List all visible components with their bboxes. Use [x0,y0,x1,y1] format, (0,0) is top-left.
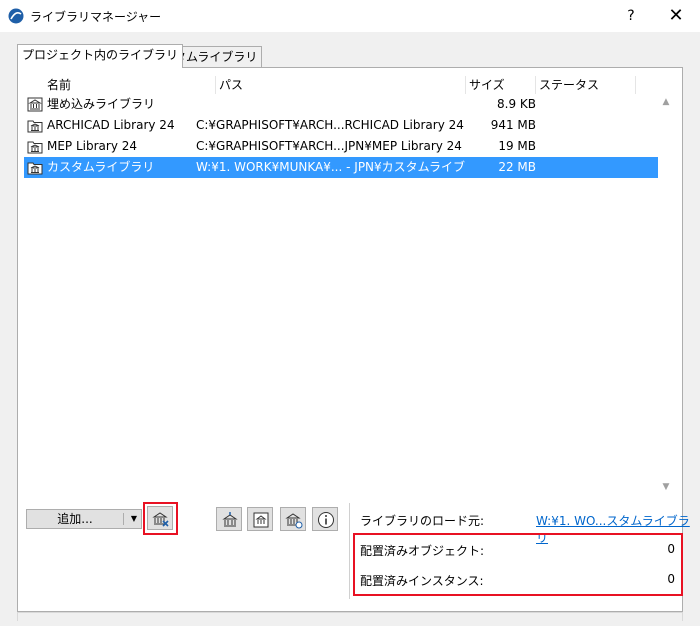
library-action-button-3[interactable] [280,507,306,531]
row-size: 22 MB [498,160,536,174]
table-row[interactable]: ARCHICAD Library 24 C:¥GRAPHISOFT¥ARCH..… [24,115,658,136]
library-upload-icon [222,512,238,527]
title-bar: ライブラリマネージャー ? ✕ [0,0,700,32]
library-action-button-1[interactable] [216,507,242,531]
archicad-app-icon [8,8,24,24]
column-header-name[interactable]: 名前 [44,76,216,94]
highlight-remove-button [143,502,178,535]
column-header-path[interactable]: パス [216,76,466,94]
list-header: 名前 パス サイズ ステータス [24,76,658,94]
column-header-size[interactable]: サイズ [466,76,536,94]
row-name: 埋め込みライブラリ [47,97,156,111]
embedded-library-icon [27,97,43,112]
row-name: ARCHICAD Library 24 [47,118,175,132]
scroll-up-icon[interactable]: ▲ [658,94,674,110]
row-size: 19 MB [498,139,536,153]
folder-library-icon [27,141,43,154]
table-row-selected[interactable]: カスタムライブラリ W:¥1. WORK¥MUNKA¥... - JPN¥カスタ… [24,157,658,178]
dialog-bottom-edge [17,612,683,621]
library-settings-icon [285,513,303,529]
row-path: C:¥GRAPHISOFT¥ARCH...JPN¥MEP Library 24 [196,139,462,153]
row-size: 941 MB [490,118,536,132]
table-row[interactable]: 埋め込みライブラリ 8.9 KB [24,94,658,115]
library-info-button[interactable] [312,507,338,531]
library-action-button-2[interactable] [247,507,273,531]
table-row[interactable]: MEP Library 24 C:¥GRAPHISOFT¥ARCH...JPN¥… [24,136,658,157]
row-name: MEP Library 24 [47,139,138,153]
add-button-separator [123,513,124,525]
add-button-label: 追加... [57,512,93,526]
library-list: 名前 パス サイズ ステータス 埋め込みライブラリ 8.9 KB ARCHICA… [24,76,658,497]
row-size: 8.9 KB [497,97,536,111]
info-icon [318,512,334,528]
add-library-button[interactable]: 追加... ▼ [26,509,142,529]
vertical-scrollbar[interactable]: ▲ ▼ [658,76,674,497]
column-header-status[interactable]: ステータス [536,76,636,94]
scroll-down-icon[interactable]: ▼ [658,479,674,495]
window-title: ライブラリマネージャー [30,10,162,24]
highlight-placed-info [353,533,683,596]
tab-project-libraries[interactable]: プロジェクト内のライブラリ [17,44,184,68]
chevron-down-icon[interactable]: ▼ [127,510,141,528]
close-button[interactable]: ✕ [656,4,696,28]
help-button[interactable]: ? [614,4,648,28]
folder-library-icon [27,120,43,133]
row-path: W:¥1. WORK¥MUNKA¥... - JPN¥カスタムライブラリ [196,160,466,174]
row-name: カスタムライブラリ [47,160,155,174]
library-export-icon [253,512,269,528]
vertical-separator [349,503,350,599]
row-path: C:¥GRAPHISOFT¥ARCH...RCHICAD Library 24 [196,118,464,132]
load-from-label: ライブラリのロード元: [360,514,485,528]
folder-library-icon [27,162,43,175]
